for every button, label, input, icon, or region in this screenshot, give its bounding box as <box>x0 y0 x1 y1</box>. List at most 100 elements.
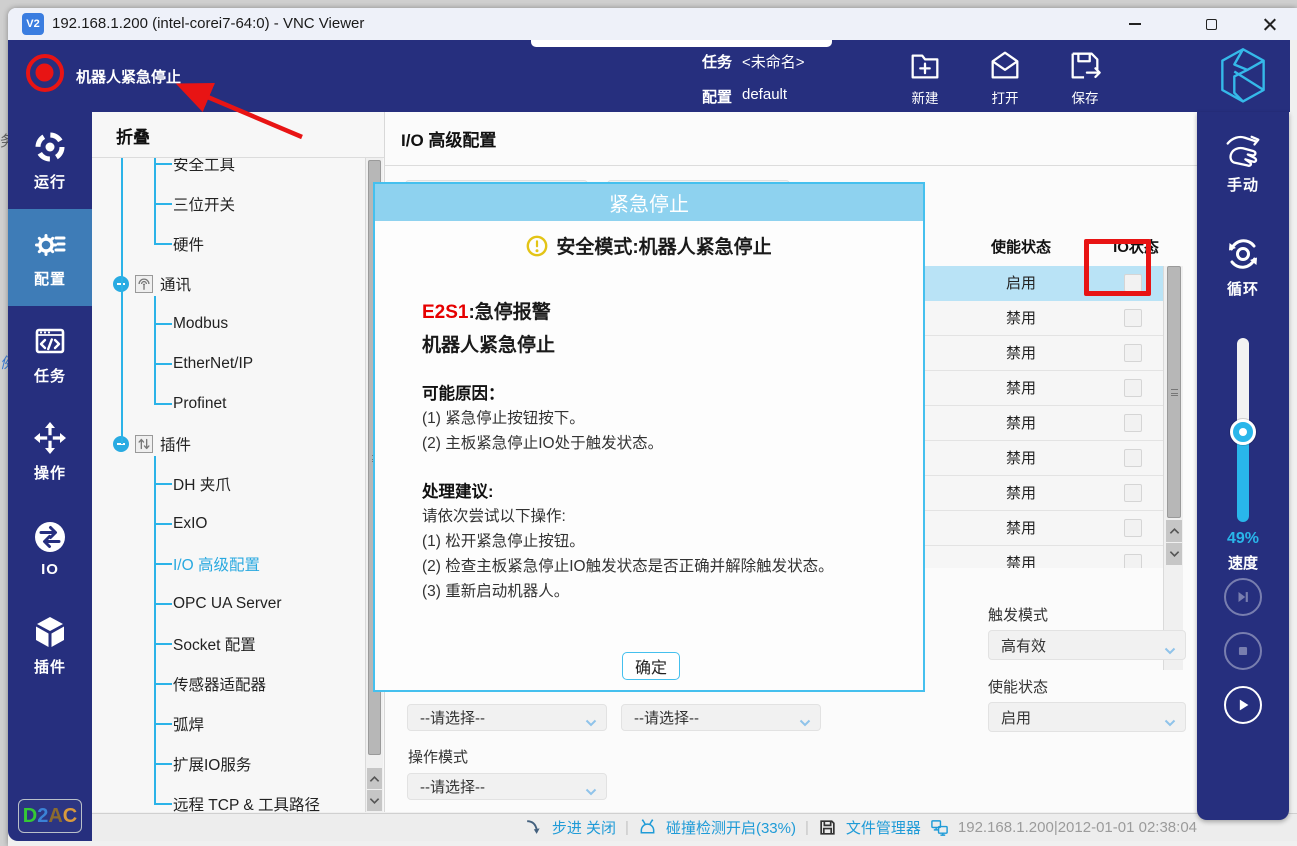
badge-char: A <box>48 805 62 828</box>
advice-list: (1) 松开紧急停止按钮。(2) 检查主板紧急停止IO触发状态是否正确并解除触发… <box>422 529 834 604</box>
tree-item-插件[interactable]: 插件 <box>92 424 358 464</box>
minimize-button[interactable] <box>1118 12 1152 36</box>
enable-state-label: 使能状态 <box>988 676 1048 697</box>
plugin-cube-icon <box>32 614 68 650</box>
tree-item-Modbus[interactable]: Modbus <box>92 304 358 344</box>
operation-mode-label: 操作模式 <box>408 746 468 767</box>
run-icon <box>32 129 68 165</box>
open-task-button[interactable]: 打开 <box>974 48 1036 108</box>
step-mode-status[interactable]: 步进 关闭 <box>552 817 616 838</box>
select-placeholder-1[interactable]: --请选择-- <box>407 704 607 731</box>
sidebar-item-IO[interactable]: IO <box>8 500 92 597</box>
io-state-checkbox[interactable] <box>1124 379 1142 397</box>
tree-item-硬件[interactable]: 硬件 <box>92 224 358 264</box>
skip-next-icon <box>1234 588 1252 606</box>
file-manager-link[interactable]: 文件管理器 <box>846 817 921 838</box>
speed-slider[interactable] <box>1237 338 1249 522</box>
table-scroll-down-button[interactable] <box>1166 543 1182 565</box>
io-state-checkbox[interactable] <box>1124 344 1142 362</box>
table-scrollbar[interactable] <box>1163 266 1183 670</box>
stop-icon <box>1234 642 1252 660</box>
select-placeholder-2[interactable]: --请选择-- <box>621 704 821 731</box>
cycle-icon <box>1223 234 1263 274</box>
save-button[interactable]: 保存 <box>1054 48 1116 108</box>
table-scrollbar-thumb[interactable] <box>1167 266 1181 518</box>
config-tree-panel: 折叠 安全工具三位开关硬件通讯ModbusEtherNet/IPProfinet… <box>92 112 385 812</box>
sidebar-item-label: 操作 <box>34 462 66 483</box>
maximize-button[interactable] <box>1194 12 1228 36</box>
slider-thumb[interactable] <box>1230 419 1256 445</box>
new-task-button[interactable]: 新建 <box>894 48 956 108</box>
io-state-checkbox[interactable] <box>1124 414 1142 432</box>
antenna-icon <box>135 275 153 293</box>
tree-connector-line <box>154 456 156 804</box>
play-button[interactable] <box>1224 686 1262 724</box>
tree-item-传感器适配器[interactable]: 传感器适配器 <box>92 664 358 704</box>
chevron-down-icon <box>585 783 597 791</box>
tree-item-远程 TCP & 工具路径[interactable]: 远程 TCP & 工具路径 <box>92 784 358 812</box>
io-state-checkbox[interactable] <box>1124 519 1142 537</box>
tree-item-扩展IO服务[interactable]: 扩展IO服务 <box>92 744 358 784</box>
sidebar-item-运行[interactable]: 运行 <box>8 112 92 209</box>
cause-line: (1) 紧急停止按钮按下。 <box>422 406 663 431</box>
io-state-checkbox[interactable] <box>1124 309 1142 327</box>
io-table-row[interactable]: 禁用 <box>908 406 1163 441</box>
chevron-down-icon <box>585 714 597 722</box>
hand-icon <box>1220 132 1266 170</box>
tree-item-三位开关[interactable]: 三位开关 <box>92 184 358 224</box>
enable-state-select[interactable]: 启用 <box>988 702 1186 732</box>
io-table-row[interactable]: 禁用 <box>908 546 1163 568</box>
advice-line: (1) 松开紧急停止按钮。 <box>422 529 834 554</box>
cycle-mode-button[interactable]: 循环 <box>1197 234 1289 299</box>
io-table-row[interactable]: 禁用 <box>908 301 1163 336</box>
table-scroll-up-button[interactable] <box>1166 520 1182 542</box>
statusbar: 步进 关闭 | 碰撞检测开启(33%) | 文件管理器 192.168.1.20… <box>92 813 1297 841</box>
trigger-mode-select[interactable]: 高有效 <box>988 630 1186 660</box>
vnc-toolbar-strip[interactable] <box>531 40 832 47</box>
manual-mode-button[interactable]: 手动 <box>1197 132 1289 195</box>
tree-item-EtherNet/IP[interactable]: EtherNet/IP <box>92 344 358 384</box>
io-state-checkbox[interactable] <box>1124 449 1142 467</box>
close-button[interactable] <box>1252 12 1286 36</box>
io-table-row[interactable]: 禁用 <box>908 511 1163 546</box>
badge-char: C <box>63 805 77 828</box>
io-state-checkbox[interactable] <box>1124 554 1142 568</box>
tree-item-OPC UA Server[interactable]: OPC UA Server <box>92 584 358 624</box>
tree-item-弧焊[interactable]: 弧焊 <box>92 704 358 744</box>
tree-item-Profinet[interactable]: Profinet <box>92 384 358 424</box>
io-table-row[interactable]: 禁用 <box>908 336 1163 371</box>
nav-items: 运行配置任务操作 IO插件 <box>8 112 92 694</box>
tree-item-I/O 高级配置[interactable]: I/O 高级配置 <box>92 544 358 584</box>
sidebar-item-插件[interactable]: 插件 <box>8 597 92 694</box>
vnc-logo-icon: V2 <box>22 13 44 35</box>
collapse-all-label: 折叠 <box>116 123 150 148</box>
tree-item-ExIO[interactable]: ExIO <box>92 504 358 544</box>
io-table-row[interactable]: 禁用 <box>908 371 1163 406</box>
skip-next-button[interactable] <box>1224 578 1262 616</box>
tree-item-Socket 配置[interactable]: Socket 配置 <box>92 624 358 664</box>
tree-scroll-down-button[interactable] <box>367 790 382 811</box>
operation-mode-select[interactable]: --请选择-- <box>407 773 607 800</box>
d2ac-badge[interactable]: D2AC <box>18 799 82 833</box>
io-state-checkbox[interactable] <box>1124 484 1142 502</box>
io-table-row[interactable]: 禁用 <box>908 441 1163 476</box>
tree-item-安全工具[interactable]: 安全工具 <box>92 158 358 184</box>
sidebar-item-操作[interactable]: 操作 <box>8 403 92 500</box>
tree-scroll-up-button[interactable] <box>367 768 382 789</box>
ok-button[interactable]: 确定 <box>622 652 680 680</box>
emergency-stop-dialog: 紧急停止 安全模式:机器人紧急停止 E2S1:急停报警 机器人紧急停止 可能原因… <box>373 182 925 692</box>
advice-title: 处理建议: <box>422 478 494 502</box>
collision-detect-status[interactable]: 碰撞检测开启(33%) <box>666 817 796 838</box>
tree-item-通讯[interactable]: 通讯 <box>92 264 358 304</box>
window-titlebar[interactable]: V2 192.168.1.200 (intel-corei7-64:0) - V… <box>8 8 1297 40</box>
sidebar-item-配置[interactable]: 配置 <box>8 209 92 306</box>
tree-item-DH 夹爪[interactable]: DH 夹爪 <box>92 464 358 504</box>
tree-body: 安全工具三位开关硬件通讯ModbusEtherNet/IPProfinet插件D… <box>92 158 358 812</box>
sidebar-item-任务[interactable]: 任务 <box>8 306 92 403</box>
close-icon <box>1263 18 1276 31</box>
stop-button[interactable] <box>1224 632 1262 670</box>
annotation-red-arrow <box>162 67 312 147</box>
cause-line: (2) 主板紧急停止IO处于触发状态。 <box>422 431 663 456</box>
enable-state-cell: 禁用 <box>908 301 1134 336</box>
io-table-row[interactable]: 禁用 <box>908 476 1163 511</box>
